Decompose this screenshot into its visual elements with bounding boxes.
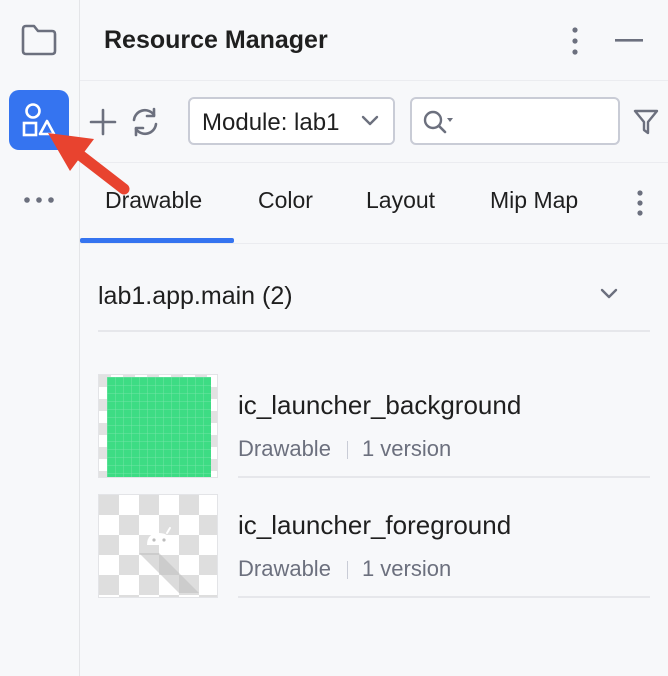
row-divider — [238, 476, 650, 478]
resource-type-tabs: Drawable Color Layout Mip Map — [80, 163, 668, 244]
launcher-background-preview — [99, 375, 217, 477]
resource-item-ic-launcher-background[interactable]: ic_launcher_background Drawable 1 version — [98, 374, 650, 478]
module-dropdown[interactable]: Module: lab1 — [188, 97, 395, 145]
tab-layout[interactable]: Layout — [366, 187, 435, 214]
annotation-arrow-icon — [48, 133, 130, 195]
dropdown-arrow — [347, 99, 393, 143]
chevron-down-icon — [361, 115, 379, 126]
meta-separator — [346, 561, 348, 580]
meta-separator — [346, 441, 348, 460]
row-divider — [238, 596, 650, 598]
android-robot-icon — [99, 495, 217, 597]
more-tabs-button[interactable] — [636, 189, 646, 219]
tab-color[interactable]: Color — [258, 187, 313, 214]
more-vertical-icon — [637, 190, 643, 216]
resource-type: Drawable — [238, 436, 331, 461]
resource-item-ic-launcher-foreground[interactable]: ic_launcher_foreground Drawable 1 version — [98, 494, 650, 598]
minimize-icon — [615, 39, 643, 42]
panel-title: Resource Manager — [104, 26, 328, 54]
folder-icon — [21, 24, 57, 56]
search-icon — [423, 110, 453, 134]
resource-versions: 1 version — [361, 436, 452, 461]
filter-button[interactable] — [632, 107, 660, 137]
resource-manager-panel: Resource Manager Module: lab1 Drawable C… — [80, 0, 668, 676]
more-vertical-icon — [572, 27, 578, 55]
panel-header: Resource Manager — [80, 0, 668, 81]
resource-meta: Drawable 1 version — [238, 556, 451, 582]
filter-icon — [633, 109, 659, 135]
minimize-button[interactable] — [612, 24, 646, 58]
resource-type: Drawable — [238, 556, 331, 581]
selected-tab-indicator — [80, 238, 234, 243]
resource-toolbar: Module: lab1 — [80, 81, 668, 163]
resource-name: ic_launcher_foreground — [238, 510, 512, 540]
chevron-down-icon — [600, 288, 618, 299]
group-title: lab1.app.main (2) — [98, 282, 293, 310]
tab-mip-map[interactable]: Mip Map — [490, 187, 578, 214]
resource-versions: 1 version — [361, 556, 452, 581]
module-label: Module: lab1 — [202, 109, 340, 136]
resource-thumbnail — [98, 374, 218, 478]
resource-group-header[interactable]: lab1.app.main (2) — [98, 262, 650, 332]
options-button[interactable] — [558, 24, 592, 58]
resource-thumbnail — [98, 494, 218, 598]
tool-window-strip — [0, 0, 80, 676]
project-tool-button[interactable] — [9, 10, 69, 70]
resource-meta: Drawable 1 version — [238, 436, 451, 462]
search-input[interactable] — [410, 97, 620, 145]
resource-name: ic_launcher_background — [238, 390, 522, 420]
